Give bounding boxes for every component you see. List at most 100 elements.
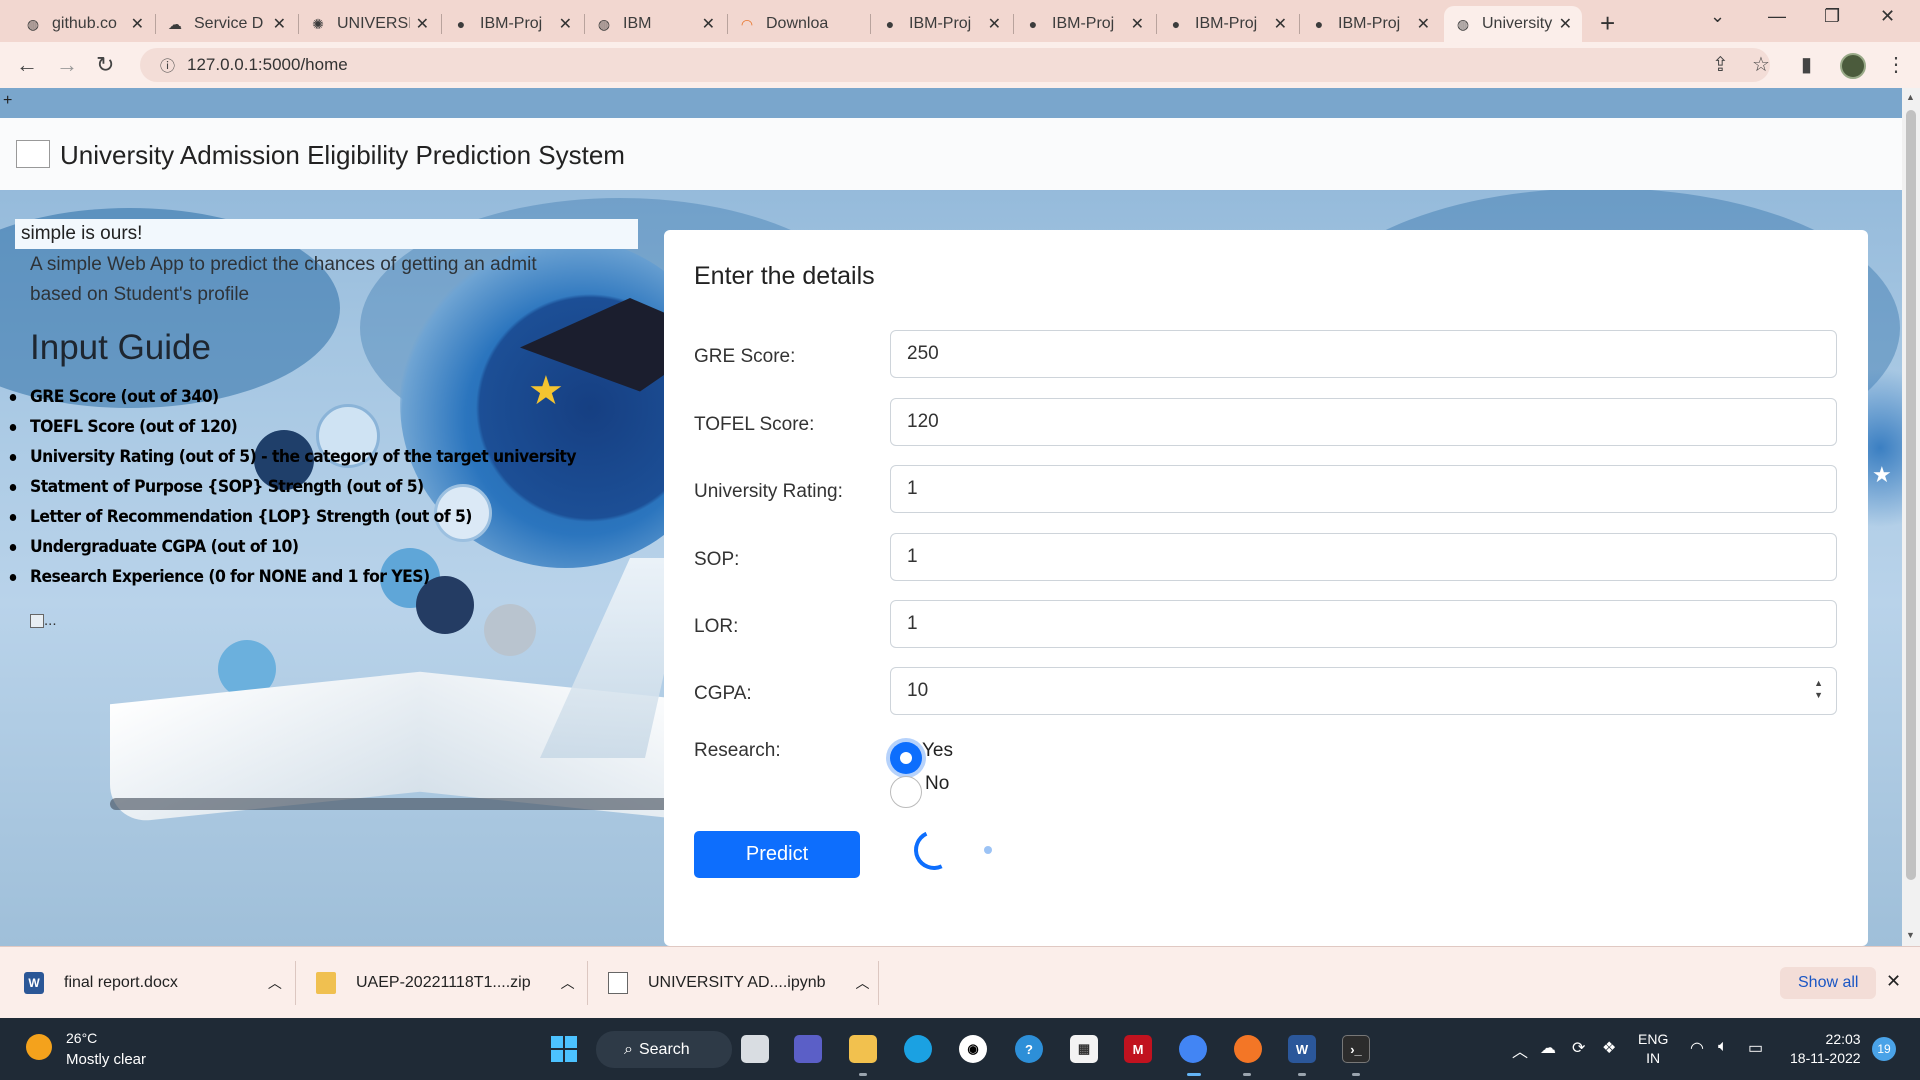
- show-hidden-icons-icon[interactable]: ︿: [1512, 1038, 1528, 1062]
- bookmark-star-icon[interactable]: ☆: [1752, 52, 1770, 77]
- window-close-icon[interactable]: ✕: [1880, 6, 1895, 27]
- mcafee-icon[interactable]: M: [1124, 1035, 1152, 1063]
- download-item-ipynb[interactable]: UNIVERSITY AD....ipynb ︿: [608, 947, 870, 1019]
- tab-download[interactable]: ◠ Downloa: [728, 6, 868, 42]
- cgpa-input[interactable]: 10: [890, 667, 1837, 715]
- dropbox-icon[interactable]: ❖: [1602, 1038, 1616, 1058]
- scrollbar-thumb[interactable]: [1906, 110, 1916, 880]
- close-icon[interactable]: ✕: [131, 14, 144, 34]
- taskbar-search[interactable]: ⌕ Search: [596, 1031, 732, 1068]
- tab-ibm-proj-4[interactable]: ● IBM-Proj ✕: [1157, 6, 1297, 42]
- input-guide-list: GRE Score (out of 340) TOEFL Score (out …: [9, 382, 623, 592]
- tofel-score-input[interactable]: 120: [890, 398, 1837, 446]
- new-tab-button[interactable]: +: [1600, 8, 1615, 39]
- windows-start-icon[interactable]: [551, 1036, 577, 1062]
- sync-icon[interactable]: ⟳: [1572, 1038, 1585, 1058]
- research-no-label[interactable]: No: [925, 773, 949, 795]
- close-icon[interactable]: ✕: [1274, 14, 1287, 34]
- help-icon[interactable]: ?: [1015, 1035, 1043, 1063]
- clock-date: 18-11-2022: [1790, 1050, 1861, 1066]
- side-panel-icon[interactable]: ▮: [1801, 52, 1812, 77]
- terminal-icon[interactable]: ›_: [1342, 1035, 1370, 1063]
- chevron-up-icon[interactable]: ︿: [561, 973, 575, 993]
- store-icon[interactable]: ▦: [1070, 1035, 1098, 1063]
- url-text[interactable]: 127.0.0.1:5000/home: [187, 55, 348, 75]
- battery-icon[interactable]: ▭: [1748, 1038, 1763, 1058]
- github-icon: ●: [1171, 16, 1181, 32]
- tab-ibm-proj-3[interactable]: ● IBM-Proj ✕: [1014, 6, 1154, 42]
- github-icon: ●: [885, 16, 895, 32]
- forward-icon[interactable]: →: [56, 52, 78, 78]
- brand-title[interactable]: University Admission Eligibility Predict…: [60, 140, 625, 171]
- tab-service[interactable]: ☁ Service D ✕: [156, 6, 296, 42]
- back-icon[interactable]: ←: [16, 52, 38, 78]
- tab-university-active[interactable]: ◍ University ✕: [1444, 6, 1582, 42]
- system-clock[interactable]: 22:03 18-11-2022: [1790, 1030, 1861, 1068]
- university-rating-input[interactable]: 1: [890, 465, 1837, 513]
- word-doc-icon: W: [24, 972, 44, 994]
- loading-spinner-icon: [908, 824, 960, 876]
- downloads-bar: W final report.docx ︿ UAEP-20221118T1...…: [0, 946, 1920, 1018]
- brand-logo-broken-image[interactable]: [16, 140, 50, 168]
- close-downloads-icon[interactable]: ✕: [1886, 971, 1901, 992]
- tab-universi[interactable]: ✺ UNIVERSI ✕: [299, 6, 439, 42]
- tab-ibm-proj-1[interactable]: ● IBM-Proj ✕: [442, 6, 582, 42]
- download-item-final-report[interactable]: W final report.docx ︿: [24, 947, 282, 1019]
- weather-description[interactable]: Mostly clear: [66, 1051, 146, 1068]
- tab-github[interactable]: ◍ github.co ✕: [14, 6, 154, 42]
- gre-score-input[interactable]: 250: [890, 330, 1837, 378]
- task-view-icon[interactable]: [741, 1035, 769, 1063]
- lor-input[interactable]: 1: [890, 600, 1837, 648]
- research-no-radio[interactable]: [890, 776, 922, 808]
- teams-chat-icon[interactable]: [794, 1035, 822, 1063]
- profile-avatar[interactable]: [1840, 53, 1866, 79]
- chevron-up-icon[interactable]: ︿: [856, 973, 870, 993]
- tab-ibm-proj-5[interactable]: ● IBM-Proj ✕: [1300, 6, 1440, 42]
- close-icon[interactable]: ✕: [702, 14, 715, 34]
- close-icon[interactable]: ✕: [1559, 14, 1572, 34]
- volume-icon[interactable]: 🔈︎: [1718, 1038, 1728, 1056]
- close-icon[interactable]: ✕: [988, 14, 1001, 34]
- wifi-icon[interactable]: ◠: [1690, 1038, 1704, 1058]
- research-yes-radio[interactable]: [890, 742, 922, 774]
- close-icon[interactable]: ✕: [1131, 14, 1144, 34]
- hero-subtitle: A simple Web App to predict the chances …: [30, 254, 537, 305]
- tab-search-icon[interactable]: ⌄: [1710, 6, 1725, 27]
- github-desktop-icon[interactable]: ◉: [959, 1035, 987, 1063]
- word-icon[interactable]: W: [1288, 1035, 1316, 1063]
- share-icon[interactable]: ⇪: [1712, 52, 1729, 77]
- weather-temperature[interactable]: 26°C: [66, 1030, 97, 1046]
- tab-ibm[interactable]: ◍ IBM ✕: [585, 6, 725, 42]
- info-icon[interactable]: ⓘ: [160, 55, 175, 76]
- notification-count-badge[interactable]: 19: [1872, 1037, 1896, 1061]
- number-stepper-icon[interactable]: ▲ ▼: [1814, 677, 1823, 701]
- chevron-up-icon[interactable]: ︿: [268, 973, 282, 993]
- language-indicator[interactable]: ENG IN: [1638, 1030, 1668, 1068]
- page-scrollbar[interactable]: ▲ ▼: [1902, 88, 1920, 946]
- lor-label: LOR:: [694, 616, 739, 637]
- close-icon[interactable]: ✕: [559, 14, 572, 34]
- chrome-icon[interactable]: [1179, 1035, 1207, 1063]
- close-icon[interactable]: ✕: [1417, 14, 1430, 34]
- address-bar[interactable]: ⓘ 127.0.0.1:5000/home: [140, 48, 1770, 82]
- weather-moon-icon[interactable]: [26, 1034, 52, 1060]
- show-all-downloads-button[interactable]: Show all: [1780, 967, 1877, 999]
- file-explorer-icon[interactable]: [849, 1035, 877, 1063]
- edge-browser-icon[interactable]: [904, 1035, 932, 1063]
- tab-ibm-proj-2[interactable]: ● IBM-Proj ✕: [871, 6, 1011, 42]
- scroll-down-icon[interactable]: ▼: [1906, 930, 1915, 940]
- predict-button[interactable]: Predict: [694, 831, 860, 878]
- scroll-up-icon[interactable]: ▲: [1906, 92, 1915, 102]
- onedrive-cloud-icon[interactable]: ☁: [1540, 1038, 1556, 1058]
- research-yes-label[interactable]: Yes: [922, 740, 953, 762]
- close-icon[interactable]: ✕: [416, 14, 429, 34]
- jupyter-icon[interactable]: [1234, 1035, 1262, 1063]
- tab-title: Downloa: [766, 15, 829, 32]
- close-icon[interactable]: ✕: [273, 14, 286, 34]
- menu-kebab-icon[interactable]: ⋮: [1886, 52, 1906, 77]
- download-item-zip[interactable]: UAEP-20221118T1....zip ︿: [316, 947, 575, 1019]
- sop-input[interactable]: 1: [890, 533, 1837, 581]
- restore-icon[interactable]: ❐: [1824, 6, 1840, 27]
- reload-icon[interactable]: ↻: [96, 52, 114, 78]
- minimize-icon[interactable]: —: [1768, 6, 1786, 27]
